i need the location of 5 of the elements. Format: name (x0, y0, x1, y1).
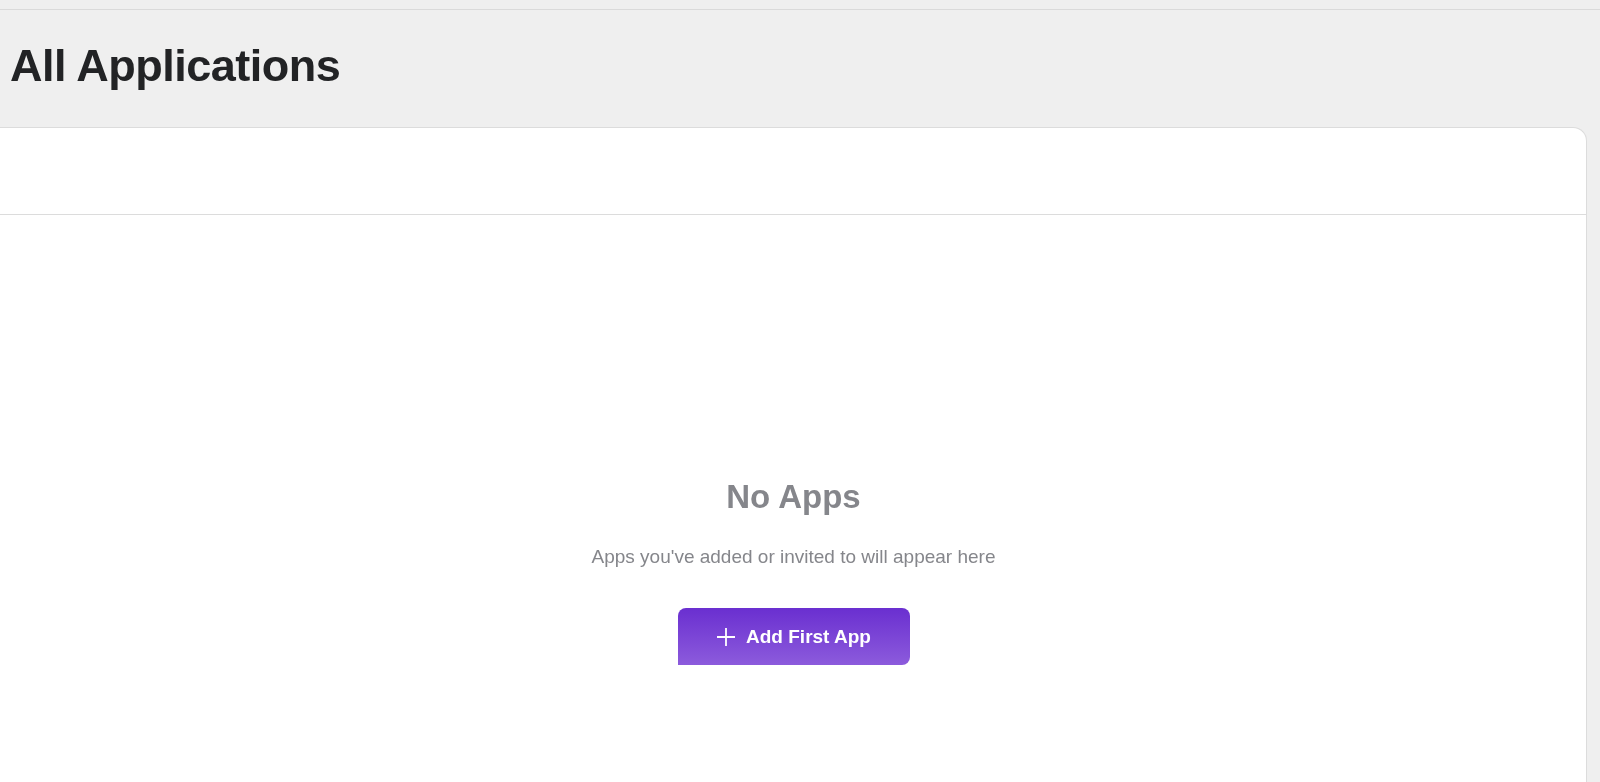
empty-heading: No Apps (726, 478, 861, 516)
page-title: All Applications (9, 39, 342, 90)
add-first-app-button[interactable]: Add First App (677, 608, 910, 665)
plus-icon (716, 626, 737, 647)
empty-message: Apps you've added or invited to will appear here (591, 546, 996, 568)
